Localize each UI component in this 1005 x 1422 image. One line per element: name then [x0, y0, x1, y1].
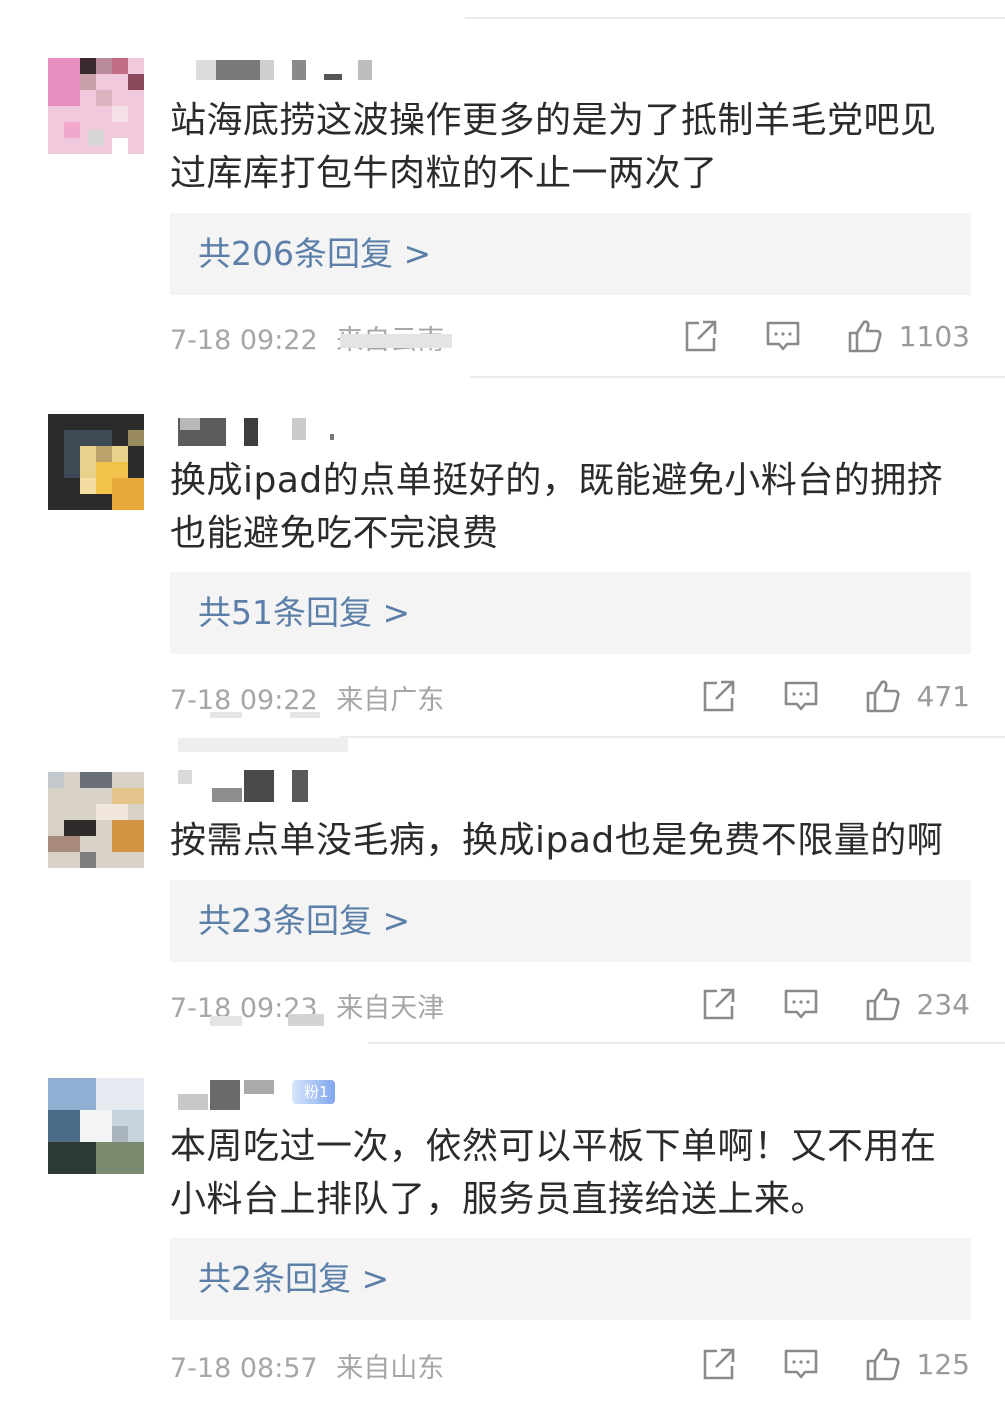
comment-text: 换成ipad的点单挺好的，既能避免小料台的拥挤也能避免吃不完浪费 [170, 460, 944, 554]
redaction-mark [290, 712, 320, 718]
like-icon[interactable] [847, 318, 883, 354]
fan-badge: 粉1 [292, 1080, 335, 1104]
comment-location: 来自山东 [336, 1353, 445, 1384]
redaction-mark [210, 712, 242, 718]
comment-actions: 234 [701, 984, 970, 1024]
comment-text: 按需点单没毛病，换成ipad也是免费不限量的啊 [170, 820, 944, 861]
replies-label: 共23条回复 > [198, 901, 411, 940]
divider [465, 17, 1005, 19]
username-redacted[interactable]: 粉1 [174, 1080, 374, 1110]
comment-location: 来自天津 [336, 993, 445, 1024]
comment-icon[interactable] [765, 318, 801, 354]
avatar[interactable] [48, 414, 144, 510]
like-icon[interactable] [865, 986, 901, 1022]
redaction-mark [288, 1014, 324, 1026]
share-icon[interactable] [683, 318, 719, 354]
replies-label: 共2条回复 > [198, 1259, 390, 1298]
comment-item: 粉1 本周吃过一次，依然可以平板下单啊！又不用在小料台上排队了，服务员直接给送上… [0, 1044, 1005, 1422]
comment-icon[interactable] [783, 1346, 819, 1382]
redaction-mark [178, 738, 348, 752]
redaction-mark [340, 334, 452, 348]
comment-text: 本周吃过一次，依然可以平板下单啊！又不用在小料台上排队了，服务员直接给送上来。 [170, 1126, 937, 1220]
comment-location: 来自广东 [336, 685, 445, 716]
replies-label: 共206条回复 > [198, 234, 432, 273]
comment-time: 7-18 08:57 [170, 1353, 318, 1384]
avatar[interactable] [48, 58, 144, 154]
avatar[interactable] [48, 772, 144, 868]
comment-item: 站海底捞这波操作更多的是为了抵制羊毛党吧见过库库打包牛肉粒的不止一两次了 共20… [0, 0, 1005, 378]
replies-label: 共51条回复 > [198, 593, 411, 632]
share-icon[interactable] [701, 986, 737, 1022]
username-redacted[interactable] [174, 770, 314, 802]
like-icon[interactable] [865, 1346, 901, 1382]
username-redacted[interactable] [174, 414, 344, 446]
comment-icon[interactable] [783, 678, 819, 714]
comment-time: 7-18 09:22 [170, 325, 318, 356]
comment-actions: 1103 [683, 316, 970, 356]
like-count: 471 [916, 679, 970, 713]
redaction-mark [210, 1016, 242, 1026]
view-replies-button[interactable]: 共206条回复 > [170, 213, 971, 295]
view-replies-button[interactable]: 共2条回复 > [170, 1238, 971, 1320]
username-redacted[interactable] [174, 60, 374, 84]
like-icon[interactable] [865, 678, 901, 714]
comment-meta: 7-18 08:57 来自山东 [170, 1346, 444, 1385]
avatar[interactable] [48, 1078, 144, 1174]
comment-item: 按需点单没毛病，换成ipad也是免费不限量的啊 共23条回复 > 7-18 09… [0, 738, 1005, 1044]
comment-text: 站海底捞这波操作更多的是为了抵制羊毛党吧见过库库打包牛肉粒的不止一两次了 [170, 100, 937, 194]
comment-icon[interactable] [783, 986, 819, 1022]
comment-actions: 125 [701, 1344, 970, 1384]
view-replies-button[interactable]: 共51条回复 > [170, 572, 971, 654]
like-count: 125 [916, 1347, 970, 1381]
share-icon[interactable] [701, 678, 737, 714]
comment-item: 换成ipad的点单挺好的，既能避免小料台的拥挤也能避免吃不完浪费 共51条回复 … [0, 378, 1005, 738]
share-icon[interactable] [701, 1346, 737, 1382]
comment-actions: 471 [701, 676, 970, 716]
view-replies-button[interactable]: 共23条回复 > [170, 880, 971, 962]
like-count: 1103 [898, 319, 970, 353]
like-count: 234 [916, 987, 970, 1021]
comment-list: 站海底捞这波操作更多的是为了抵制羊毛党吧见过库库打包牛肉粒的不止一两次了 共20… [0, 0, 1005, 1422]
